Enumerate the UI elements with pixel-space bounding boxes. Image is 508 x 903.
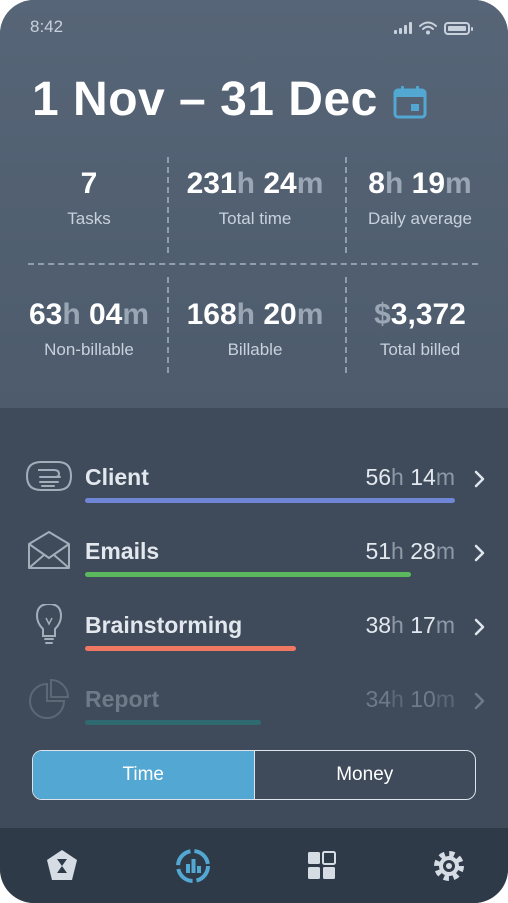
tab-settings[interactable]	[429, 846, 469, 886]
chevron-right-icon	[474, 544, 485, 562]
handshake-icon	[25, 461, 73, 491]
bottom-tab-bar	[0, 828, 508, 903]
stat-value: 7	[80, 167, 98, 200]
chevron-right-icon	[474, 470, 485, 488]
calendar-icon[interactable]	[392, 84, 428, 120]
stat-billable: 168h 20m Billable	[171, 298, 339, 360]
category-time: 51h 28m	[365, 538, 455, 564]
category-name: Brainstorming	[85, 612, 243, 638]
battery-icon	[444, 21, 473, 35]
stats-grid: 7 Tasks 231h 24m Total time 8h 19m Daily…	[0, 155, 508, 375]
lightbulb-icon	[35, 604, 63, 644]
chevron-right-icon	[474, 618, 485, 636]
category-bar	[85, 498, 455, 503]
stat-label: Total time	[218, 209, 292, 228]
stat-label: Tasks	[67, 209, 111, 228]
stat-value: 8h 19m	[368, 167, 472, 200]
category-time: 56h 14m	[365, 464, 455, 490]
settings-icon	[434, 851, 464, 881]
stat-total-billed: $3,372 Total billed	[336, 298, 504, 360]
tab-stats[interactable]	[173, 846, 213, 886]
category-row-client[interactable]: Client 56h 14m	[0, 456, 508, 526]
toggle-time[interactable]: Time	[33, 751, 254, 799]
category-time: 34h 10m	[365, 686, 455, 712]
stat-label: Total billed	[379, 340, 461, 359]
stat-value: 231h 24m	[186, 167, 324, 200]
status-bar: 8:42	[0, 0, 508, 52]
category-time: 38h 17m	[365, 612, 455, 638]
category-name: Client	[85, 464, 149, 490]
stat-value: 168h 20m	[186, 298, 324, 331]
status-icons	[394, 20, 473, 36]
category-bar	[85, 720, 261, 725]
stat-value: $3,372	[374, 298, 466, 331]
time-money-toggle: Time Money	[32, 750, 476, 800]
category-row-brainstorming[interactable]: Brainstorming 38h 17m	[0, 604, 508, 674]
stat-value: 63h 04m	[28, 298, 150, 331]
stat-label: Non-billable	[44, 340, 134, 359]
chevron-right-icon	[474, 692, 485, 710]
stat-label: Daily average	[368, 209, 472, 228]
category-row-report[interactable]: Report 34h 10m	[0, 678, 508, 748]
stat-non-billable: 63h 04m Non-billable	[5, 298, 173, 360]
category-bar	[85, 646, 296, 651]
category-name: Emails	[85, 538, 160, 564]
category-name: Report	[85, 686, 160, 712]
envelope-icon	[28, 531, 70, 569]
wifi-icon	[419, 21, 437, 35]
tab-timer[interactable]	[42, 846, 82, 886]
category-bar	[85, 572, 411, 577]
phone-screen: 8:42 1 Nov – 31 Dec 7 Tasks 231h 24m Tot…	[0, 0, 508, 903]
stats-icon	[176, 849, 210, 883]
signal-icon	[394, 22, 412, 34]
category-row-emails[interactable]: Emails 51h 28m	[0, 530, 508, 600]
tab-dashboard[interactable]	[302, 846, 342, 886]
pie-chart-icon	[29, 678, 70, 719]
stat-daily-average: 8h 19m Daily average	[336, 167, 504, 229]
status-time: 8:42	[30, 17, 64, 36]
summary-panel: 8:42 1 Nov – 31 Dec 7 Tasks 231h 24m Tot…	[0, 0, 508, 408]
stat-total-time: 231h 24m Total time	[171, 167, 339, 229]
dashboard-icon	[308, 851, 336, 879]
toggle-money[interactable]: Money	[253, 751, 476, 799]
stat-tasks: 7 Tasks	[5, 167, 173, 229]
timer-icon	[47, 850, 77, 880]
date-range-title: 1 Nov – 31 Dec	[32, 73, 378, 126]
stat-label: Billable	[227, 340, 283, 359]
